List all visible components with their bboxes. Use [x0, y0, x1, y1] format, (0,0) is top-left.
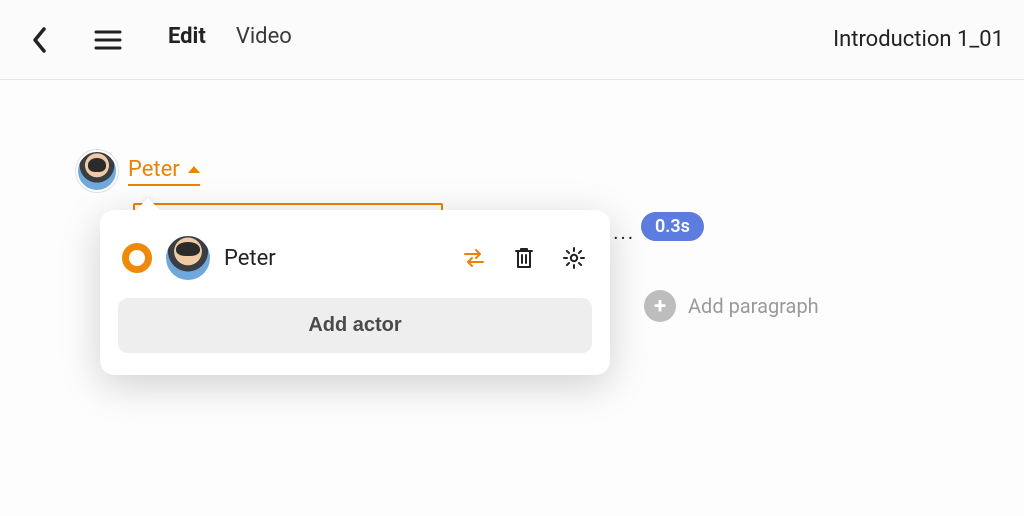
project-title: Introduction 1_01 — [833, 27, 1004, 52]
swap-icon[interactable] — [460, 244, 488, 272]
actor-item-avatar — [166, 236, 210, 280]
actor-item-name: Peter — [224, 246, 276, 271]
tab-video[interactable]: Video — [236, 24, 292, 55]
add-paragraph-button[interactable]: + Add paragraph — [644, 290, 819, 322]
actor-avatar[interactable] — [76, 150, 118, 192]
pause-duration-badge[interactable]: 0.3s — [641, 212, 704, 241]
gear-icon[interactable] — [560, 244, 588, 272]
add-actor-button[interactable]: Add actor — [118, 298, 592, 353]
back-button[interactable] — [20, 20, 60, 60]
actor-header: Peter — [76, 150, 200, 192]
tab-edit[interactable]: Edit — [168, 24, 206, 55]
caret-up-icon — [188, 166, 200, 173]
add-paragraph-label: Add paragraph — [688, 294, 819, 318]
actor-popover: Peter Add actor — [100, 210, 610, 375]
trash-icon[interactable] — [510, 244, 538, 272]
actor-item-actions — [460, 244, 588, 272]
tabs: Edit Video — [168, 24, 292, 55]
actor-list-item[interactable]: Peter — [118, 230, 592, 298]
ellipsis-dots: .... — [606, 220, 635, 244]
actor-name-dropdown[interactable]: Peter — [128, 157, 200, 186]
plus-icon: + — [644, 290, 676, 322]
actor-name-label: Peter — [128, 157, 180, 182]
segment-bracket — [133, 203, 443, 205]
menu-button[interactable] — [88, 20, 128, 60]
editor-canvas: Peter .... 0.3s + Add paragraph Peter — [0, 80, 1024, 516]
radio-selected-icon[interactable] — [122, 243, 152, 273]
header-bar: Edit Video Introduction 1_01 — [0, 0, 1024, 80]
